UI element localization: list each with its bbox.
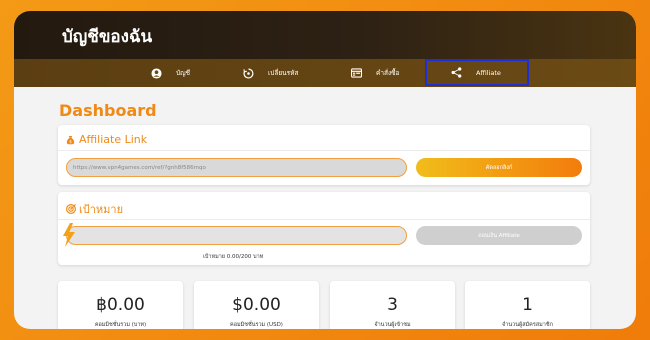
stat-card-signups: 1 จำนวนผู้สมัครสมาชิก xyxy=(465,281,590,329)
nav-item-label: Affiliate xyxy=(476,68,501,77)
affiliate-link-input[interactable]: https://www.vpn4games.com/ref/?gnh8f586m… xyxy=(66,158,407,177)
nav-item-affiliate[interactable]: Affiliate xyxy=(425,59,529,86)
share-icon xyxy=(450,67,462,79)
nav-item-label: คำสั่งซื้อ xyxy=(376,69,400,77)
stat-label: คอมมิชชั่นรวม (บาท) xyxy=(94,322,147,328)
account-circle-icon xyxy=(150,67,162,79)
stat-value: 3 xyxy=(387,295,398,315)
copy-link-button[interactable]: คัดลอกลิงก์ xyxy=(416,158,582,177)
stat-label: จำนวนผู้เข้าชม xyxy=(374,322,411,328)
nav-item-label: บัญชี xyxy=(176,69,191,77)
svg-text:$: $ xyxy=(69,139,72,144)
goal-card: เป้าหมาย ถอนเงิน Affiliate เป้าหมาย 0.00… xyxy=(58,192,590,265)
goal-heading: เป้าหมาย xyxy=(66,200,123,218)
withdraw-affiliate-button[interactable]: ถอนเงิน Affiliate xyxy=(416,226,582,245)
page-title: บัญชีของฉัน xyxy=(62,27,153,47)
card-divider xyxy=(58,219,590,220)
header: บัญชีของฉัน xyxy=(14,11,636,59)
goal-title: เป้าหมาย xyxy=(79,203,124,216)
stat-card-commission-thb: ฿0.00 คอมมิชชั่นรวม (บาท) xyxy=(58,281,183,329)
nav-item-account[interactable]: บัญชี xyxy=(150,59,190,87)
stat-card-visitors: 3 จำนวนผู้เข้าชม xyxy=(330,281,455,329)
stat-label: จำนวนผู้สมัครสมาชิก xyxy=(502,322,553,328)
stat-value: ฿0.00 xyxy=(96,295,145,315)
main-content: Dashboard $ Affiliate Link https://www.v… xyxy=(14,87,636,329)
target-icon xyxy=(66,204,76,214)
affiliate-link-card: $ Affiliate Link https://www.vpn4games.c… xyxy=(58,125,590,185)
app-frame: บัญชีของฉัน บัญชี เปลี่ยนรหัส คำสั่งซื้อ… xyxy=(14,11,636,329)
affiliate-link-title: Affiliate Link xyxy=(79,133,148,146)
stat-value: 1 xyxy=(522,295,533,315)
nav-item-orders[interactable]: คำสั่งซื้อ xyxy=(350,59,399,87)
dashboard-title: Dashboard xyxy=(59,101,157,120)
card-divider xyxy=(58,150,590,151)
goal-progress-text: เป้าหมาย 0.00/200 บาท xyxy=(203,254,264,260)
orders-icon xyxy=(350,67,362,79)
stat-value: $0.00 xyxy=(232,295,281,315)
reset-password-icon xyxy=(242,67,254,79)
stat-card-commission-usd: $0.00 คอมมิชชั่นรวม (USD) xyxy=(194,281,319,329)
lightning-icon xyxy=(61,223,76,251)
stat-label: คอมมิชชั่นรวม (USD) xyxy=(230,322,283,328)
account-nav: บัญชี เปลี่ยนรหัส คำสั่งซื้อ Affiliate xyxy=(14,59,636,87)
nav-item-label: เปลี่ยนรหัส xyxy=(268,69,299,77)
goal-progress-bar xyxy=(66,226,407,245)
affiliate-link-heading: $ Affiliate Link xyxy=(66,133,147,146)
nav-item-change-password[interactable]: เปลี่ยนรหัส xyxy=(242,59,298,87)
money-bag-icon: $ xyxy=(66,135,76,145)
